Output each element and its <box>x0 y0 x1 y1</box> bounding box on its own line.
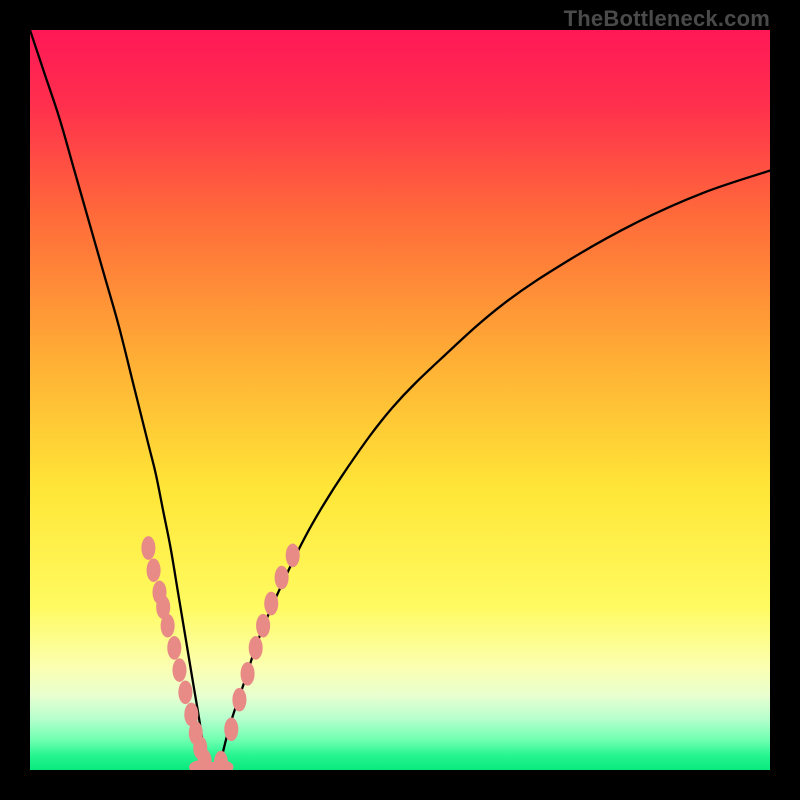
marker-left-markers <box>178 680 192 704</box>
watermark-text: TheBottleneck.com <box>564 6 770 32</box>
plot-area <box>30 30 770 770</box>
marker-right-markers <box>224 717 238 741</box>
marker-right-markers <box>241 662 255 686</box>
marker-left-markers <box>167 636 181 660</box>
marker-right-markers <box>275 566 289 590</box>
marker-right-markers <box>256 614 270 638</box>
marker-right-markers <box>286 544 300 568</box>
marker-right-markers <box>264 592 278 616</box>
marker-left-markers <box>161 614 175 638</box>
marker-left-markers <box>147 558 161 582</box>
marker-left-markers <box>172 658 186 682</box>
curves-layer <box>30 30 770 770</box>
marker-left-markers <box>141 536 155 560</box>
chart-frame: TheBottleneck.com <box>0 0 800 800</box>
curve-right-branch <box>219 171 770 770</box>
marker-right-markers <box>249 636 263 660</box>
marker-right-markers <box>232 688 246 712</box>
